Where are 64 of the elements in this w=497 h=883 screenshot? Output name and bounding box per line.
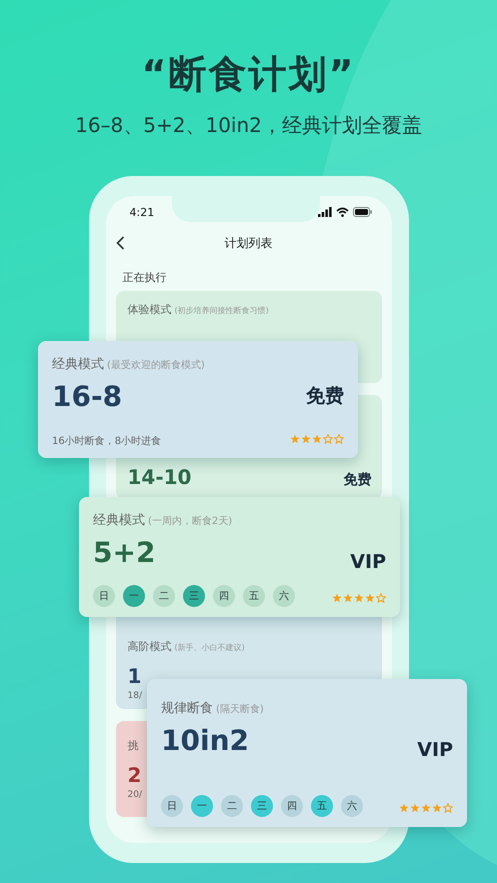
signal-icon xyxy=(318,207,332,217)
plan-title: 高阶模式 xyxy=(128,639,172,654)
star-icon xyxy=(290,434,300,444)
price-label: 免费 xyxy=(344,471,372,489)
star-icon xyxy=(399,803,409,813)
plan-note: (新手、小白不建议) xyxy=(174,642,245,653)
star-icon xyxy=(343,593,353,603)
plan-ratio: 2 xyxy=(128,763,142,787)
weekday-chip[interactable]: 三 xyxy=(183,585,205,607)
weekday-chip[interactable]: 一 xyxy=(191,795,213,817)
battery-icon xyxy=(352,207,372,217)
weekday-chip[interactable]: 五 xyxy=(243,585,265,607)
price-label: VIP xyxy=(417,739,453,761)
plan-title: 经典模式 xyxy=(93,512,145,529)
plan-ratio: 5+2 xyxy=(93,537,156,569)
plan-description: 16小时断食，8小时进食 xyxy=(52,434,162,448)
plan-description: 20/ xyxy=(128,790,143,800)
weekday-chip[interactable]: 六 xyxy=(273,585,295,607)
plan-note: (隔天断食) xyxy=(216,702,264,716)
star-icon xyxy=(410,803,420,813)
weekday-chip[interactable]: 二 xyxy=(153,585,175,607)
plan-note: (一周内，断食2天) xyxy=(148,514,232,528)
status-time: 4:21 xyxy=(130,206,154,218)
plan-title: 规律断食 xyxy=(161,700,213,717)
plan-title: 经典模式 xyxy=(52,356,104,373)
plan-card-popup[interactable]: 经典模式 (一周内，断食2天) 5+2 日 一 二 三 四 五 六 VIP xyxy=(79,497,400,617)
star-outline-icon xyxy=(323,434,333,444)
headline: “断食计划” xyxy=(142,51,356,98)
star-outline-icon xyxy=(334,434,344,444)
star-icon xyxy=(301,434,311,444)
wifi-icon xyxy=(336,207,348,217)
star-icon xyxy=(354,593,364,603)
star-icon xyxy=(312,434,322,444)
nav-title: 计划列表 xyxy=(224,234,272,252)
plan-description: 18/ xyxy=(128,691,143,701)
star-outline-icon xyxy=(443,803,453,813)
subtitle: 16–8、5+2、10in2，经典计划全覆盖 xyxy=(75,112,422,138)
weekday-chip[interactable]: 日 xyxy=(161,795,183,817)
plan-ratio: 16-8 xyxy=(52,381,124,413)
price-label: 免费 xyxy=(306,384,344,409)
weekday-chip[interactable]: 四 xyxy=(281,795,303,817)
plan-card-popup[interactable]: 规律断食 (隔天断食) 10in2 日 一 二 三 四 五 六 VIP xyxy=(147,679,467,827)
star-icon xyxy=(365,593,375,603)
weekday-chip[interactable]: 一 xyxy=(123,585,145,607)
price-label: VIP xyxy=(350,551,386,573)
plan-ratio: 10in2 xyxy=(161,725,250,757)
back-button[interactable] xyxy=(114,234,126,252)
plan-title: 体验模式 xyxy=(128,302,172,317)
weekday-chip[interactable]: 日 xyxy=(93,585,115,607)
plan-note: (初步培养间接性断食习惯) xyxy=(174,305,269,316)
star-icon xyxy=(332,593,342,603)
weekday-chip[interactable]: 四 xyxy=(213,585,235,607)
weekday-chip[interactable]: 三 xyxy=(251,795,273,817)
star-icon xyxy=(421,803,431,813)
weekday-chip[interactable]: 六 xyxy=(341,795,363,817)
plan-ratio: 1 xyxy=(128,664,142,688)
weekday-chip[interactable]: 二 xyxy=(221,795,243,817)
weekday-chip[interactable]: 五 xyxy=(311,795,333,817)
star-icon xyxy=(432,803,442,813)
section-label: 正在执行 xyxy=(122,270,168,285)
plan-ratio: 14-10 xyxy=(128,465,192,489)
plan-title: 挑 xyxy=(128,738,138,753)
plan-card-popup[interactable]: 经典模式 (最受欢迎的断食模式) 16-8 16小时断食，8小时进食 免费 xyxy=(38,341,358,458)
star-outline-icon xyxy=(376,593,386,603)
